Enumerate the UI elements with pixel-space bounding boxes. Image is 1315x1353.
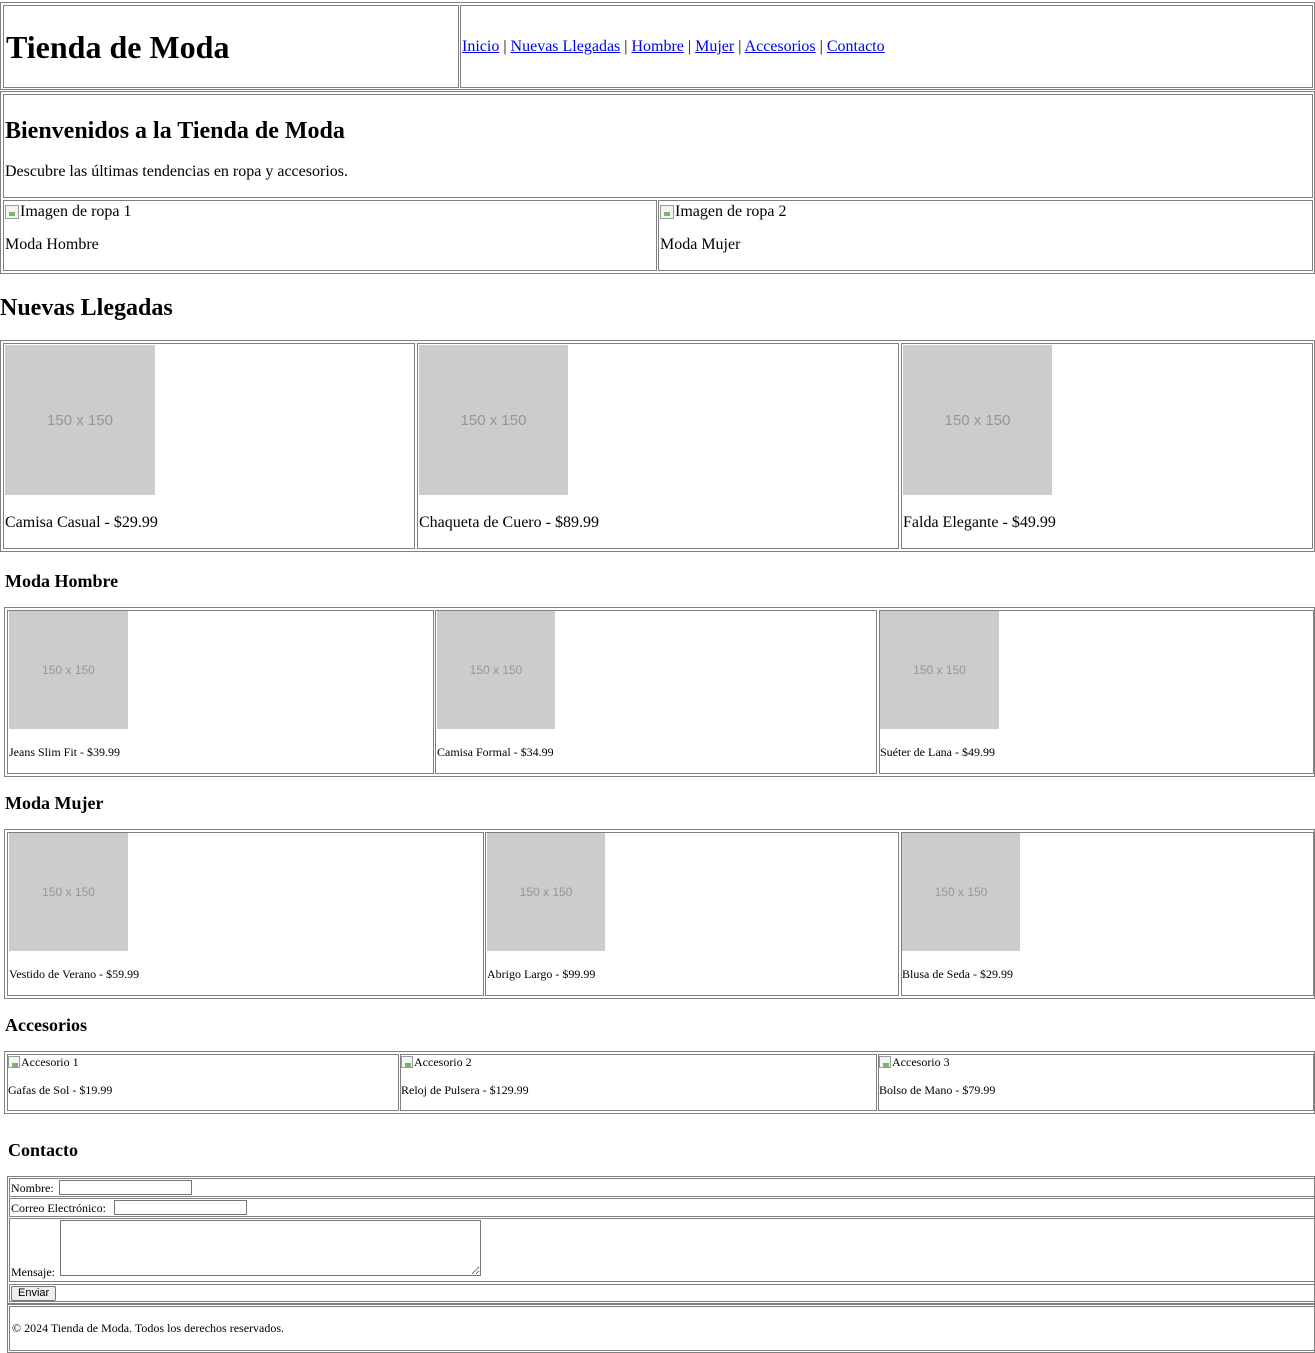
broken-image-icon <box>5 205 19 219</box>
nav-link-contacto[interactable]: Contacto <box>827 38 885 55</box>
accessory-image: Accesorio 3 <box>879 1055 950 1069</box>
product-card[interactable]: 150 x 150 Suéter de Lana - $49.99 <box>879 610 1314 774</box>
product-label: Jeans Slim Fit - $39.99 <box>9 745 121 759</box>
accessory-image: Accesorio 1 <box>8 1055 79 1069</box>
accessory-image-alt: Accesorio 2 <box>414 1055 472 1069</box>
accessory-image-alt: Accesorio 3 <box>892 1055 950 1069</box>
product-card[interactable]: 150 x 150 Falda Elegante - $49.99 <box>901 343 1313 549</box>
new-arrivals-title: Nuevas Llegadas <box>0 295 173 321</box>
product-card[interactable]: 150 x 150 Chaqueta de Cuero - $89.99 <box>417 343 899 549</box>
contact-row-name: Nombre: <box>9 1178 1315 1197</box>
nav-link-nuevas-llegadas[interactable]: Nuevas Llegadas <box>511 38 621 55</box>
welcome-cell: Bienvenidos a la Tienda de Moda Descubre… <box>3 94 1313 198</box>
name-input[interactable] <box>59 1180 192 1195</box>
promo-label-women: Moda Mujer <box>660 236 741 253</box>
product-card[interactable]: 150 x 150 Abrigo Largo - $99.99 <box>485 832 899 996</box>
footer-text: © 2024 Tienda de Moda. Todos los derecho… <box>12 1321 285 1335</box>
product-image-placeholder: 150 x 150 <box>5 345 155 495</box>
product-card[interactable]: 150 x 150 Camisa Formal - $34.99 <box>435 610 877 774</box>
product-image-placeholder: 150 x 150 <box>903 345 1052 495</box>
accessory-image-alt: Accesorio 1 <box>21 1055 79 1069</box>
product-label: Vestido de Verano - $59.99 <box>9 967 140 981</box>
product-image-placeholder: 150 x 150 <box>437 611 555 729</box>
broken-image-icon <box>8 1056 20 1068</box>
promo-image-men: Imagen de ropa 1 <box>5 203 132 221</box>
product-label: Falda Elegante - $49.99 <box>903 514 1056 531</box>
women-section-title: Moda Mujer <box>5 793 104 813</box>
product-image-placeholder: 150 x 150 <box>419 345 568 495</box>
nav-separator: | <box>687 38 692 55</box>
men-section-title: Moda Hombre <box>5 571 119 591</box>
welcome-title: Bienvenidos a la Tienda de Moda <box>5 118 345 144</box>
header-title-cell: Tienda de Moda <box>3 5 459 88</box>
header-nav-cell: Inicio | Nuevas Llegadas | Hombre | Muje… <box>460 5 1313 88</box>
promo-cell-men[interactable]: Imagen de ropa 1 Moda Hombre <box>3 200 657 271</box>
broken-image-icon <box>879 1056 891 1068</box>
promo-cell-women[interactable]: Imagen de ropa 2 Moda Mujer <box>658 200 1313 271</box>
product-image-placeholder: 150 x 150 <box>9 833 128 951</box>
product-image-placeholder: 150 x 150 <box>487 833 605 951</box>
product-image-placeholder: 150 x 150 <box>880 611 999 729</box>
product-label: Suéter de Lana - $49.99 <box>880 745 995 759</box>
message-label: Mensaje: <box>11 1265 55 1279</box>
accessory-label: Reloj de Pulsera - $129.99 <box>401 1083 529 1097</box>
name-label: Nombre: <box>11 1181 54 1195</box>
product-card[interactable]: 150 x 150 Vestido de Verano - $59.99 <box>7 832 484 996</box>
nav-separator: | <box>624 38 628 55</box>
contact-row-message: Mensaje: <box>9 1218 1315 1282</box>
product-label: Camisa Formal - $34.99 <box>437 745 554 759</box>
nav-separator: | <box>738 38 742 55</box>
promo-image-alt: Imagen de ropa 2 <box>675 203 787 220</box>
product-image-placeholder: 150 x 150 <box>902 833 1020 951</box>
accessory-card[interactable]: Accesorio 3 Bolso de Mano - $79.99 <box>878 1054 1314 1111</box>
nav-separator: | <box>819 38 823 55</box>
product-label: Camisa Casual - $29.99 <box>5 514 158 531</box>
product-label: Abrigo Largo - $99.99 <box>487 967 596 981</box>
welcome-text: Descubre las últimas tendencias en ropa … <box>5 163 348 180</box>
nav-link-inicio[interactable]: Inicio <box>462 38 499 55</box>
accessory-card[interactable]: Accesorio 2 Reloj de Pulsera - $129.99 <box>400 1054 877 1111</box>
contact-row-email: Correo Electrónico: <box>9 1198 1315 1217</box>
accessory-label: Bolso de Mano - $79.99 <box>879 1083 996 1097</box>
product-card[interactable]: 150 x 150 Blusa de Seda - $29.99 <box>901 832 1314 996</box>
nav-link-mujer[interactable]: Mujer <box>695 38 734 55</box>
nav-link-hombre[interactable]: Hombre <box>631 38 683 55</box>
promo-image-alt: Imagen de ropa 1 <box>20 203 132 220</box>
promo-image-women: Imagen de ropa 2 <box>660 203 787 221</box>
product-card[interactable]: 150 x 150 Jeans Slim Fit - $39.99 <box>7 610 434 774</box>
broken-image-icon <box>660 205 674 219</box>
message-textarea[interactable] <box>60 1220 481 1276</box>
product-card[interactable]: 150 x 150 Camisa Casual - $29.99 <box>3 343 415 549</box>
nav-link-accesorios[interactable]: Accesorios <box>745 38 816 55</box>
site-title: Tienda de Moda <box>6 29 230 65</box>
footer-cell: © 2024 Tienda de Moda. Todos los derecho… <box>9 1306 1315 1351</box>
product-label: Chaqueta de Cuero - $89.99 <box>419 514 599 531</box>
accessories-section-title: Accesorios <box>5 1015 87 1035</box>
email-input[interactable] <box>114 1200 247 1215</box>
product-label: Blusa de Seda - $29.99 <box>902 967 1013 981</box>
accessory-card[interactable]: Accesorio 1 Gafas de Sol - $19.99 <box>7 1054 399 1111</box>
nav-separator: | <box>503 38 507 55</box>
product-image-placeholder: 150 x 150 <box>9 611 128 729</box>
broken-image-icon <box>401 1056 413 1068</box>
submit-button[interactable]: Enviar <box>11 1286 57 1301</box>
accessory-label: Gafas de Sol - $19.99 <box>8 1083 113 1097</box>
main-nav: Inicio | Nuevas Llegadas | Hombre | Muje… <box>462 38 885 56</box>
promo-label-men: Moda Hombre <box>5 236 99 253</box>
email-label: Correo Electrónico: <box>11 1201 106 1215</box>
contact-section-title: Contacto <box>8 1140 78 1160</box>
contact-row-submit: Enviar <box>9 1284 1315 1302</box>
accessory-image: Accesorio 2 <box>401 1055 472 1069</box>
